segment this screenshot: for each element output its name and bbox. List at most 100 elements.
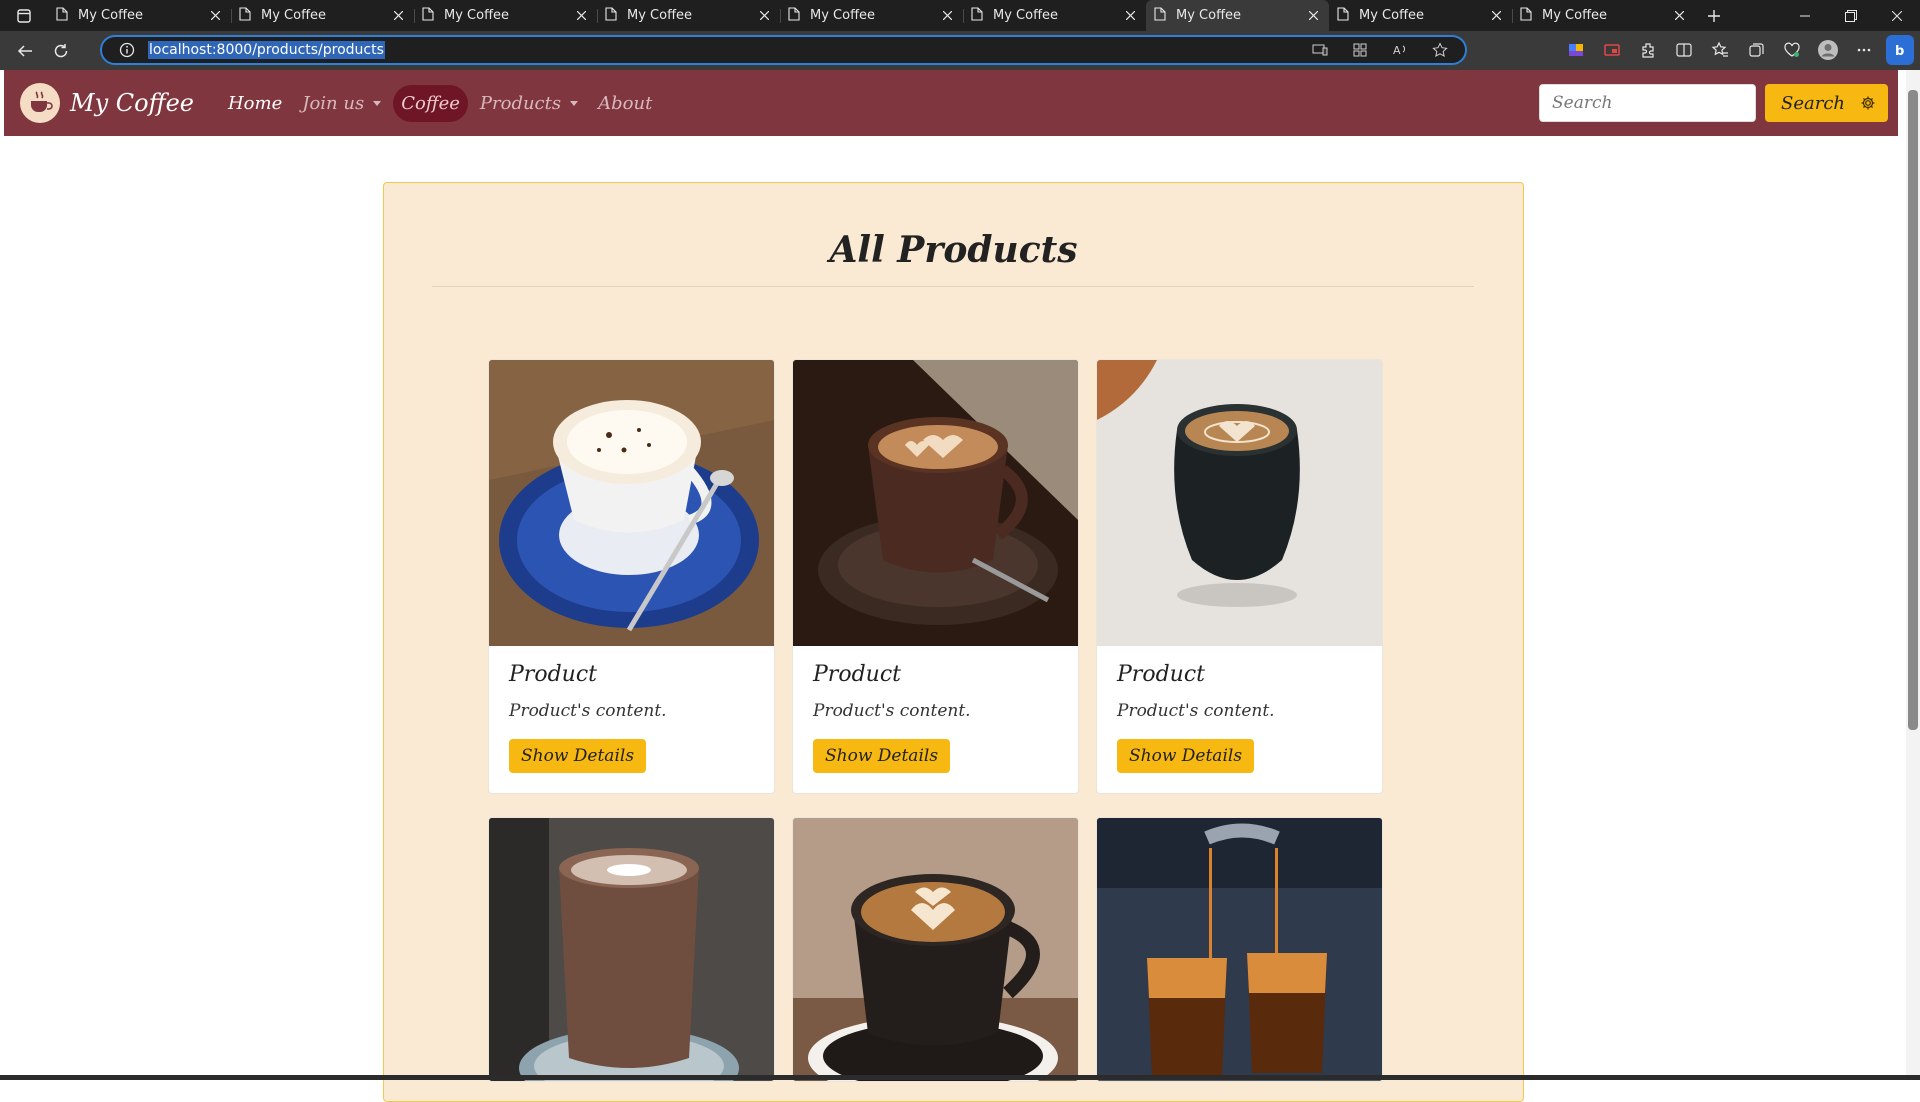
page-icon xyxy=(788,6,800,25)
favorite-star-icon[interactable] xyxy=(1429,39,1451,61)
close-tab-icon[interactable] xyxy=(1671,8,1687,24)
card-title: Product xyxy=(509,662,597,687)
nav-join-us-label: Join us xyxy=(302,92,365,114)
product-image-espresso-shots[interactable] xyxy=(1097,818,1382,1081)
product-card xyxy=(488,817,775,1082)
page-icon xyxy=(1154,6,1166,25)
show-details-button[interactable]: Show Details xyxy=(1117,739,1255,773)
product-image-latte-black-cup[interactable] xyxy=(1097,360,1382,646)
show-details-button[interactable]: Show Details xyxy=(813,739,951,773)
nav-join-us-dropdown[interactable]: Join us xyxy=(294,85,389,122)
copilot-icon[interactable]: b xyxy=(1886,35,1914,65)
close-tab-icon[interactable] xyxy=(1488,8,1504,24)
nav-home[interactable]: Home xyxy=(220,85,290,122)
search-input[interactable] xyxy=(1539,84,1756,122)
browser-tab[interactable]: My Coffee xyxy=(231,0,414,31)
caret-down-icon xyxy=(570,100,579,106)
more-options-icon[interactable] xyxy=(1850,35,1878,65)
card-title: Product xyxy=(813,662,901,687)
bottom-edge xyxy=(0,1075,1920,1080)
back-icon[interactable] xyxy=(7,35,43,67)
tab-title: My Coffee xyxy=(627,8,693,23)
close-tab-icon[interactable] xyxy=(756,8,772,24)
browser-tab[interactable]: My Coffee xyxy=(780,0,963,31)
apps-icon[interactable] xyxy=(1349,39,1371,61)
page-icon xyxy=(971,6,983,25)
browser-tab[interactable]: My Coffee xyxy=(597,0,780,31)
site-info-icon[interactable] xyxy=(112,42,142,58)
tab-title: My Coffee xyxy=(261,8,327,23)
title-divider xyxy=(432,286,1474,287)
gear-icon xyxy=(1860,95,1876,111)
nav-about[interactable]: About xyxy=(590,85,660,122)
close-tab-icon[interactable] xyxy=(1122,8,1138,24)
page-title: All Products xyxy=(829,229,1078,271)
card-text: Product's content. xyxy=(509,701,667,721)
brand-name[interactable]: My Coffee xyxy=(70,89,194,117)
search-button-label: Search xyxy=(1781,92,1845,114)
show-details-button[interactable]: Show Details xyxy=(509,739,647,773)
tab-title: My Coffee xyxy=(993,8,1059,23)
coffee-cup-logo-icon[interactable] xyxy=(20,83,60,123)
tab-title: My Coffee xyxy=(810,8,876,23)
health-icon[interactable] xyxy=(1778,35,1806,65)
tab-title: My Coffee xyxy=(1176,8,1242,23)
favorites-icon[interactable] xyxy=(1706,35,1734,65)
read-aloud-icon[interactable]: A xyxy=(1389,39,1411,61)
reload-icon[interactable] xyxy=(43,35,79,67)
profile-avatar-icon[interactable] xyxy=(1814,35,1842,65)
product-image-mocha-glass[interactable] xyxy=(489,818,774,1081)
browser-tab[interactable]: My Coffee xyxy=(963,0,1146,31)
browser-tab[interactable]: My Coffee xyxy=(1329,0,1512,31)
window-controls xyxy=(1782,0,1920,31)
close-window-icon[interactable] xyxy=(1874,0,1920,31)
browser-tab[interactable]: My Coffee xyxy=(48,0,231,31)
product-image-latte-art-black-cup[interactable] xyxy=(793,818,1078,1081)
product-image-cappuccino-blue-saucer[interactable] xyxy=(489,360,774,646)
url-text[interactable]: localhost:8000/products/products xyxy=(148,41,385,59)
search-button[interactable]: Search xyxy=(1765,84,1888,122)
page-icon xyxy=(56,6,68,25)
browser-tab-bar: My Coffee My Coffee My Coffee My Coffee My C… xyxy=(0,0,1920,31)
product-image-latte-brown-cup[interactable] xyxy=(793,360,1078,646)
extension-colorful-icon[interactable] xyxy=(1562,35,1590,65)
card-text: Product's content. xyxy=(1117,701,1275,721)
tab-title: My Coffee xyxy=(444,8,510,23)
close-tab-icon[interactable] xyxy=(1305,8,1321,24)
close-tab-icon[interactable] xyxy=(939,8,955,24)
split-screen-icon[interactable] xyxy=(1670,35,1698,65)
nav-coffee[interactable]: Coffee xyxy=(393,84,468,122)
browser-tab[interactable]: My Coffee xyxy=(1512,0,1695,31)
minimize-icon[interactable] xyxy=(1782,0,1828,31)
page-icon xyxy=(1520,6,1532,25)
product-card xyxy=(1096,817,1383,1082)
product-card: Product Product's content. Show Details xyxy=(1096,359,1383,794)
page-icon xyxy=(1337,6,1349,25)
close-tab-icon[interactable] xyxy=(390,8,406,24)
caret-down-icon xyxy=(373,100,382,106)
product-card xyxy=(792,817,1079,1082)
tab-actions-icon[interactable] xyxy=(0,0,48,31)
card-text: Product's content. xyxy=(813,701,971,721)
site-navbar: My Coffee Home Join us Coffee Products A… xyxy=(4,70,1898,136)
svg-text:A: A xyxy=(1393,44,1401,57)
tab-title: My Coffee xyxy=(78,8,144,23)
new-tab-button[interactable] xyxy=(1699,0,1729,31)
page-icon xyxy=(239,6,251,25)
tab-title: My Coffee xyxy=(1542,8,1608,23)
extensions-puzzle-icon[interactable] xyxy=(1634,35,1662,65)
close-tab-icon[interactable] xyxy=(573,8,589,24)
address-bar[interactable]: localhost:8000/products/products A xyxy=(100,35,1467,65)
nav-products-dropdown[interactable]: Products xyxy=(472,85,586,122)
page-scrollbar-thumb[interactable] xyxy=(1908,90,1918,730)
tab-title: My Coffee xyxy=(1359,8,1425,23)
device-icon[interactable] xyxy=(1309,39,1331,61)
collections-icon[interactable] xyxy=(1742,35,1770,65)
close-tab-icon[interactable] xyxy=(207,8,223,24)
restore-icon[interactable] xyxy=(1828,0,1874,31)
browser-tab[interactable]: My Coffee xyxy=(1146,0,1329,31)
browser-tab[interactable]: My Coffee xyxy=(414,0,597,31)
screen-cast-icon[interactable] xyxy=(1598,35,1626,65)
page-icon xyxy=(605,6,617,25)
product-card: Product Product's content. Show Details xyxy=(488,359,775,794)
